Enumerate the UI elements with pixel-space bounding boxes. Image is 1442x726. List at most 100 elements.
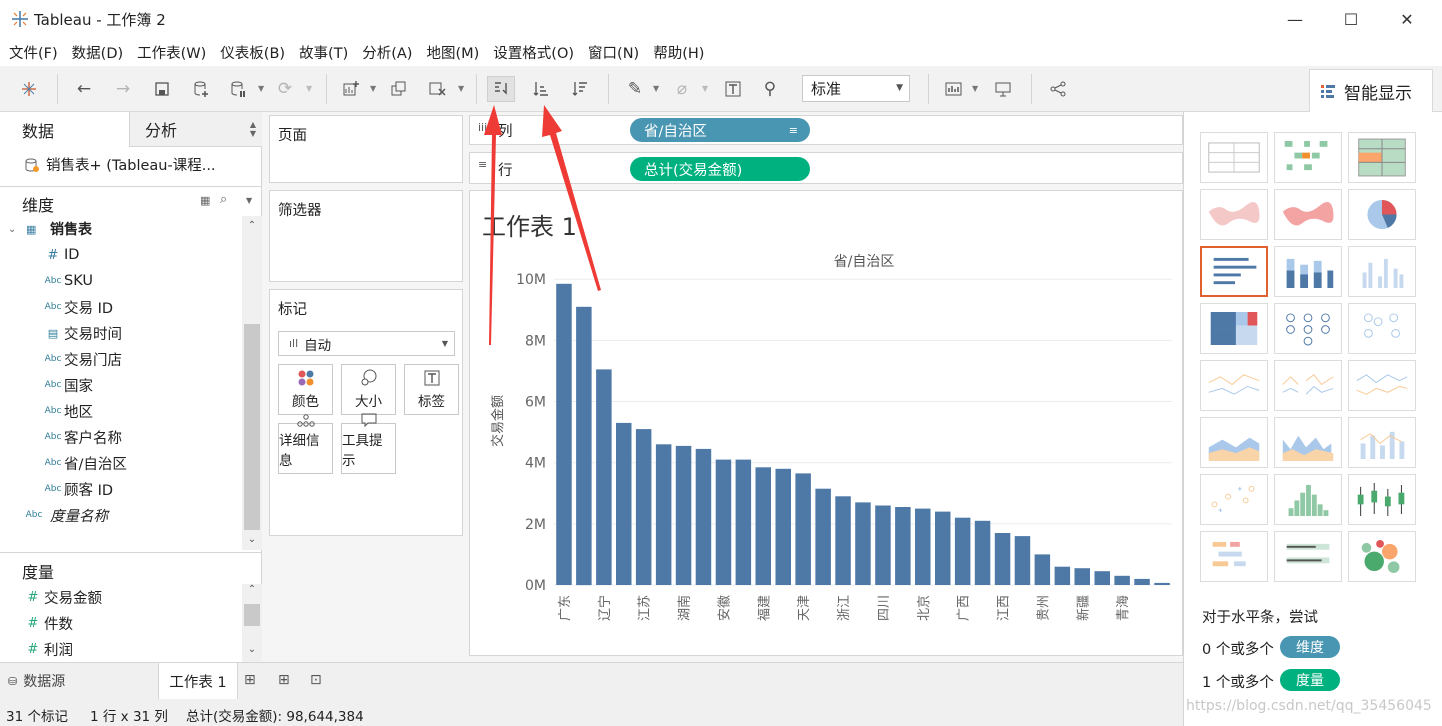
scroll-down-icon[interactable]: ⌄	[242, 530, 262, 550]
bar[interactable]	[795, 473, 811, 585]
chart-type-filled-map[interactable]	[1274, 189, 1342, 240]
tab-analysis[interactable]: 分析 ▲ ▼	[130, 112, 262, 147]
field-item[interactable]: Abc 交易门店	[0, 346, 242, 372]
label-button[interactable]: 标签	[404, 364, 459, 415]
bar[interactable]	[954, 517, 971, 585]
scroll-up-icon[interactable]: ⌃	[242, 584, 262, 602]
chevron-down-icon[interactable]: ▼	[972, 84, 980, 94]
bar[interactable]	[895, 507, 911, 585]
bar[interactable]	[855, 502, 871, 585]
scroll-up-icon[interactable]: ⌃	[242, 216, 262, 236]
bar[interactable]	[735, 459, 752, 585]
bar[interactable]	[616, 422, 632, 585]
chevron-down-icon[interactable]: ▼	[246, 196, 252, 205]
menu-analysis[interactable]: 分析(A)	[355, 42, 419, 63]
bar[interactable]	[1074, 568, 1091, 585]
datasource-item[interactable]: 销售表+ (Tableau-课程...	[24, 154, 216, 175]
bar[interactable]	[1114, 575, 1130, 585]
chart-type-area-continuous[interactable]	[1200, 417, 1268, 468]
search-icon[interactable]: ⌕	[220, 192, 227, 207]
columns-pill[interactable]: 省/自治区 ≡	[630, 118, 810, 142]
chevron-down-icon[interactable]: ▼	[306, 84, 314, 94]
field-item[interactable]: Abc 客户名称	[0, 424, 242, 450]
chart-type-circle-views[interactable]	[1274, 303, 1342, 354]
measure-item[interactable]: # 件数	[0, 610, 242, 636]
new-story-icon[interactable]: ⊡	[310, 672, 322, 688]
refresh-icon[interactable]: ⟳	[271, 76, 299, 102]
chart-type-side-by-side-circles[interactable]	[1348, 303, 1416, 354]
field-item[interactable]: # ID	[0, 242, 242, 268]
measure-item[interactable]: # 利润	[0, 636, 242, 662]
bar[interactable]	[935, 511, 951, 585]
menu-map[interactable]: 地图(M)	[419, 42, 486, 63]
menu-dashboard[interactable]: 仪表板(B)	[213, 42, 292, 63]
chevron-down-icon[interactable]: ▼	[258, 84, 266, 94]
chart-type-highlight-table[interactable]	[1348, 132, 1416, 183]
fit-dropdown[interactable]: 标准 ▼	[802, 75, 910, 102]
chart-type-gantt-chart[interactable]	[1200, 531, 1268, 582]
clear-sheet-icon[interactable]	[423, 76, 451, 102]
share-icon[interactable]	[1044, 76, 1072, 102]
chart-type-side-by-side-bars[interactable]	[1348, 246, 1416, 297]
scroll-down-icon[interactable]: ⌄	[242, 644, 262, 662]
detail-button[interactable]: 详细信息	[278, 414, 333, 474]
field-item[interactable]: Abc 省/自治区	[0, 450, 242, 476]
chart-type-dual-combination[interactable]	[1348, 417, 1416, 468]
rows-pill[interactable]: 总计(交易金额)	[630, 157, 810, 181]
chart-type-treemap[interactable]	[1200, 303, 1268, 354]
bar[interactable]	[1014, 536, 1031, 585]
presentation-mode-icon[interactable]	[989, 76, 1017, 102]
maximize-button[interactable]: ☐	[1328, 0, 1374, 38]
chevron-down-icon[interactable]: ▼	[370, 84, 378, 94]
undo-icon[interactable]: ←	[70, 76, 98, 102]
bar[interactable]	[596, 369, 612, 585]
group-members-icon[interactable]: ⌀	[668, 76, 696, 102]
field-item[interactable]: Abc 国家	[0, 372, 242, 398]
tab-data[interactable]: 数据	[0, 112, 130, 147]
view-list-icon[interactable]: ▦	[200, 194, 210, 207]
bar[interactable]	[875, 505, 891, 586]
bar[interactable]	[1094, 571, 1111, 585]
size-button[interactable]: 大小	[341, 364, 396, 415]
measure-item[interactable]: # 交易金额	[0, 584, 242, 610]
bar[interactable]	[755, 467, 772, 585]
bar[interactable]	[1154, 582, 1170, 585]
bar[interactable]	[915, 508, 931, 585]
bar[interactable]	[815, 488, 831, 585]
new-dashboard-icon[interactable]: ⊞	[278, 672, 290, 688]
bar[interactable]	[655, 444, 672, 585]
chevron-down-icon[interactable]: ▼	[702, 84, 710, 94]
scrollbar-thumb[interactable]	[244, 324, 260, 530]
bar[interactable]	[715, 459, 732, 585]
close-button[interactable]: ✕	[1384, 0, 1430, 38]
bar[interactable]	[635, 429, 652, 585]
chevron-down-icon[interactable]: ▼	[653, 84, 661, 94]
chart-type-lines-continuous[interactable]	[1200, 360, 1268, 411]
tooltip-button[interactable]: 工具提示	[341, 413, 396, 474]
pause-updates-icon[interactable]	[224, 76, 252, 102]
scrollbar-thumb[interactable]	[244, 604, 260, 626]
menu-story[interactable]: 故事(T)	[292, 42, 355, 63]
chart-type-dual-lines[interactable]	[1348, 360, 1416, 411]
menu-file[interactable]: 文件(F)	[2, 42, 65, 63]
minimize-button[interactable]: —	[1272, 0, 1318, 38]
field-item[interactable]: Abc 地区	[0, 398, 242, 424]
tableau-home-icon[interactable]	[15, 76, 43, 102]
pin-icon[interactable]: ⚲	[756, 76, 784, 102]
chart-type-lines-discrete[interactable]	[1274, 360, 1342, 411]
bar[interactable]	[775, 468, 792, 585]
chart-type-bullet-graph[interactable]	[1274, 531, 1342, 582]
chart-type-area-discrete[interactable]	[1274, 417, 1342, 468]
bar[interactable]	[1054, 566, 1071, 585]
field-item[interactable]: Abc SKU	[0, 268, 242, 294]
menu-worksheet[interactable]: 工作表(W)	[130, 42, 213, 63]
color-button[interactable]: 颜色	[278, 364, 333, 415]
chart-type-stacked-bars[interactable]	[1274, 246, 1342, 297]
field-item[interactable]: Abc 顾客 ID	[0, 476, 242, 502]
duplicate-sheet-icon[interactable]	[385, 76, 413, 102]
measures-scrollbar[interactable]: ⌃ ⌄	[242, 584, 262, 662]
new-worksheet-icon[interactable]	[337, 76, 365, 102]
mark-type-dropdown[interactable]: ıll 自动 ▼	[278, 331, 455, 356]
bar[interactable]	[675, 445, 692, 585]
chart-type-heat-map[interactable]	[1274, 132, 1342, 183]
